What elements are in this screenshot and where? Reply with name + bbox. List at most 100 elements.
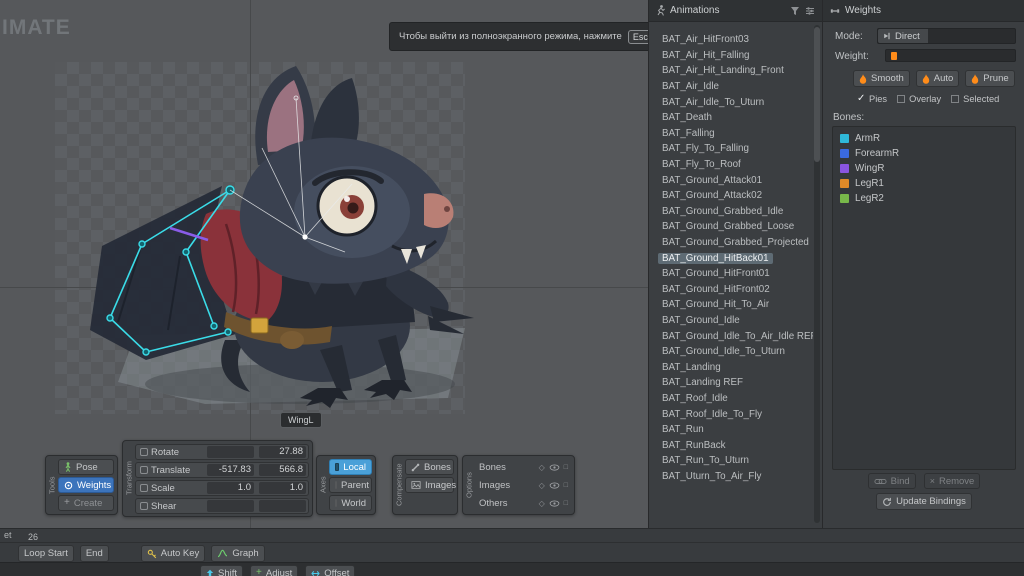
- animation-list-item[interactable]: BAT_Ground_Idle_To_Uturn: [649, 344, 813, 360]
- end-button[interactable]: End: [79, 545, 109, 562]
- settings-sliders-icon[interactable]: [805, 6, 815, 16]
- animations-panel-header[interactable]: Animations: [649, 0, 822, 22]
- bat-character-artwork[interactable]: [0, 0, 648, 528]
- bone-item[interactable]: ArmR: [836, 131, 1012, 146]
- transform-value-field-1[interactable]: [207, 446, 254, 458]
- transform-value-field-2[interactable]: 1.0: [259, 482, 306, 494]
- transform-row[interactable]: Scale 1.0 1.0: [135, 480, 309, 496]
- bone-item[interactable]: LegR1: [836, 176, 1012, 191]
- transform-value-field-2[interactable]: [259, 500, 306, 512]
- visibility-eye-icon[interactable]: [549, 499, 560, 507]
- select-box-icon[interactable]: □: [564, 482, 568, 489]
- viewport[interactable]: IMATE Чтобы выйти из полноэкранного режи…: [0, 0, 648, 528]
- display-toggle[interactable]: Pies: [857, 93, 887, 104]
- visibility-eye-icon[interactable]: [549, 481, 560, 489]
- checkbox[interactable]: [951, 95, 960, 103]
- filter-icon[interactable]: [790, 6, 800, 16]
- axes-parent-button[interactable]: Parent: [329, 477, 372, 493]
- checkbox[interactable]: [897, 95, 906, 103]
- animation-list-item[interactable]: BAT_Ground_Idle_To_Air_Idle REF: [649, 328, 813, 344]
- animation-name: BAT_Ground_HitBack01: [658, 252, 773, 264]
- animation-list-item[interactable]: BAT_Ground_Attack01: [649, 172, 813, 188]
- weights-panel-header[interactable]: Weights: [823, 0, 1024, 22]
- animation-list-item[interactable]: BAT_Ground_Grabbed_Projected: [649, 235, 813, 251]
- animation-list-item[interactable]: BAT_Ground_HitFront02: [649, 282, 813, 298]
- remove-button[interactable]: × Remove: [923, 473, 981, 489]
- animation-list-item[interactable]: BAT_Run_To_Uturn: [649, 453, 813, 469]
- visibility-eye-icon[interactable]: [549, 463, 560, 471]
- axes-panel: Axes Local Parent World: [316, 455, 376, 515]
- transform-value-field-1[interactable]: -517.83: [207, 464, 254, 476]
- graph-button[interactable]: Graph: [211, 545, 265, 562]
- animation-list-item[interactable]: BAT_Run: [649, 422, 813, 438]
- animation-list-item[interactable]: BAT_Ground_Hit_To_Air: [649, 297, 813, 313]
- select-box-icon[interactable]: □: [564, 500, 568, 507]
- transform-row[interactable]: Translate -517.83 566.8: [135, 462, 309, 478]
- display-toggle[interactable]: Overlay: [897, 94, 941, 104]
- key-diamond-icon[interactable]: ◇: [539, 499, 545, 508]
- mode-dropdown[interactable]: Direct: [877, 28, 1016, 44]
- bind-button[interactable]: Bind: [867, 473, 916, 489]
- animation-list-item[interactable]: BAT_Ground_Attack02: [649, 188, 813, 204]
- prune-button[interactable]: Prune: [965, 70, 1015, 87]
- animation-list-item[interactable]: BAT_Air_Idle_To_Uturn: [649, 94, 813, 110]
- animation-list-item[interactable]: BAT_Ground_Grabbed_Loose: [649, 219, 813, 235]
- transform-row[interactable]: Rotate 27.88: [135, 444, 309, 460]
- animation-list-item[interactable]: BAT_Fly_To_Roof: [649, 157, 813, 173]
- weight-slider-thumb[interactable]: [891, 52, 897, 60]
- animation-list-item[interactable]: BAT_Ground_Idle: [649, 313, 813, 329]
- pose-tool-button[interactable]: Pose: [58, 459, 114, 475]
- compensate-images-button[interactable]: Images: [405, 477, 456, 493]
- direct-mode-icon: [884, 32, 890, 40]
- weight-slider[interactable]: [885, 49, 1016, 62]
- transform-row[interactable]: Shear: [135, 498, 309, 514]
- auto-button[interactable]: Auto: [915, 70, 960, 87]
- animation-list-item[interactable]: BAT_RunBack: [649, 437, 813, 453]
- weights-tool-button[interactable]: Weights: [58, 477, 114, 493]
- animation-list-item[interactable]: BAT_Landing REF: [649, 375, 813, 391]
- animation-list-item[interactable]: BAT_Landing: [649, 359, 813, 375]
- display-toggle[interactable]: Selected: [951, 94, 999, 104]
- create-tool-button[interactable]: + Create: [58, 495, 114, 511]
- axes-world-button[interactable]: World: [329, 495, 372, 511]
- select-box-icon[interactable]: □: [564, 464, 568, 471]
- animation-list-item[interactable]: BAT_Ground_HitBack01: [649, 250, 813, 266]
- auto-key-button[interactable]: Auto Key: [140, 545, 206, 562]
- shift-button[interactable]: Shift: [200, 565, 244, 576]
- animation-list-item[interactable]: BAT_Falling: [649, 126, 813, 142]
- smooth-button[interactable]: Smooth: [853, 70, 910, 87]
- bone-item[interactable]: ForearmR: [836, 146, 1012, 161]
- animation-name: BAT_Falling: [662, 127, 715, 139]
- update-bindings-button[interactable]: Update Bindings: [876, 493, 972, 510]
- transform-value-field-2[interactable]: 566.8: [259, 464, 306, 476]
- mode-selected-chip: Direct: [878, 29, 928, 43]
- bone-name: WingR: [855, 163, 885, 174]
- axes-local-button[interactable]: Local: [329, 459, 372, 475]
- transform-value-field-2[interactable]: 27.88: [259, 446, 306, 458]
- adjust-button[interactable]: + Adjust: [250, 565, 299, 576]
- bone-item[interactable]: LegR2: [836, 191, 1012, 206]
- animation-list-item[interactable]: BAT_Air_Hit_Falling: [649, 48, 813, 64]
- animation-list-item[interactable]: BAT_Air_HitFront03: [649, 32, 813, 48]
- animation-list-item[interactable]: BAT_Ground_HitFront01: [649, 266, 813, 282]
- animations-scrollbar[interactable]: [814, 25, 820, 523]
- animation-list-item[interactable]: BAT_Roof_Idle: [649, 391, 813, 407]
- animation-list-item[interactable]: BAT_Ground_Grabbed_Idle: [649, 204, 813, 220]
- animation-list-item[interactable]: BAT_Fly_To_Falling: [649, 141, 813, 157]
- animation-list-item[interactable]: BAT_Death: [649, 110, 813, 126]
- checkbox[interactable]: [857, 93, 865, 104]
- transform-value-field-1[interactable]: 1.0: [207, 482, 254, 494]
- key-diamond-icon[interactable]: ◇: [539, 463, 545, 472]
- key-diamond-icon[interactable]: ◇: [539, 481, 545, 490]
- loop-start-button[interactable]: Loop Start: [18, 545, 74, 562]
- animation-list-item[interactable]: BAT_Roof_Idle_To_Fly: [649, 406, 813, 422]
- animation-list-item[interactable]: BAT_Air_Idle: [649, 79, 813, 95]
- dopesheet-tab-fragment[interactable]: et: [4, 530, 12, 540]
- animation-list-item[interactable]: BAT_Uturn_To_Air_Fly: [649, 469, 813, 485]
- compensate-bones-button[interactable]: Bones: [405, 459, 454, 475]
- transform-value-field-1[interactable]: [207, 500, 254, 512]
- offset-button[interactable]: Offset: [305, 565, 356, 576]
- bone-item[interactable]: WingR: [836, 161, 1012, 176]
- animations-scrollbar-thumb[interactable]: [814, 27, 820, 162]
- animation-list-item[interactable]: BAT_Air_Hit_Landing_Front: [649, 63, 813, 79]
